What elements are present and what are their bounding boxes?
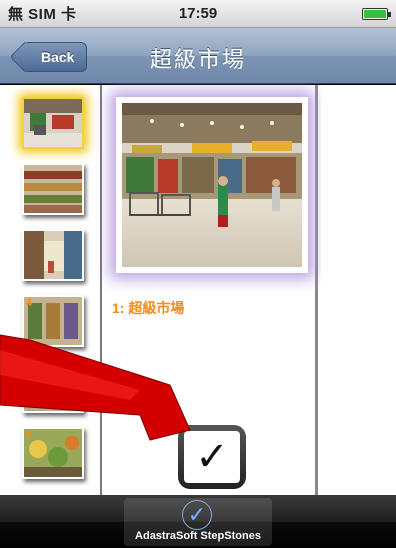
- aisle-thumbnail-image: [24, 231, 82, 279]
- supermarket-thumbnail-image: [24, 99, 82, 147]
- supermarket-photo: [122, 103, 302, 267]
- done-checkbox[interactable]: ✓: [178, 425, 246, 489]
- thumbnail-number: 4: [26, 297, 33, 309]
- main-content: 4 6 1: 超級市場 ✓: [0, 85, 396, 495]
- thumbnail-item[interactable]: [22, 229, 84, 281]
- produce-thumbnail-image: [24, 429, 82, 477]
- navigation-bar: Back 超級市場: [0, 28, 396, 84]
- thumbnail-number: 6: [26, 429, 33, 441]
- checkout-thumbnail-image: [24, 363, 82, 411]
- right-blank-area: [321, 85, 396, 495]
- tab-bar: ✓ AdastraSoft StepStones: [0, 495, 396, 548]
- products-thumbnail-image: [24, 297, 82, 345]
- thumbnail-item[interactable]: 6: [22, 427, 84, 479]
- thumbnail-item[interactable]: [22, 97, 84, 149]
- detail-panel: 1: 超級市場 ✓: [108, 85, 318, 495]
- checkmark-circle-icon: ✓: [182, 500, 212, 530]
- thumbnail-list[interactable]: 4 6: [10, 85, 102, 495]
- thumbnail-item[interactable]: [22, 361, 84, 413]
- photo-frame[interactable]: [116, 97, 308, 273]
- tab-label: AdastraSoft StepStones: [135, 530, 261, 542]
- battery-icon: [362, 7, 391, 20]
- page-title: 超級市場: [149, 47, 246, 72]
- tab-stepstones[interactable]: ✓ AdastraSoft StepStones: [124, 498, 272, 546]
- thumbnail-item[interactable]: [22, 163, 84, 215]
- thumbnail-item[interactable]: 4: [22, 295, 84, 347]
- photo-caption: 1: 超級市場: [112, 300, 185, 316]
- status-bar: 無 SIM 卡 17:59: [0, 0, 396, 28]
- shelves-thumbnail-image: [24, 165, 82, 213]
- carrier-label: 無 SIM 卡: [8, 6, 77, 23]
- checkmark-icon: ✓: [184, 431, 240, 483]
